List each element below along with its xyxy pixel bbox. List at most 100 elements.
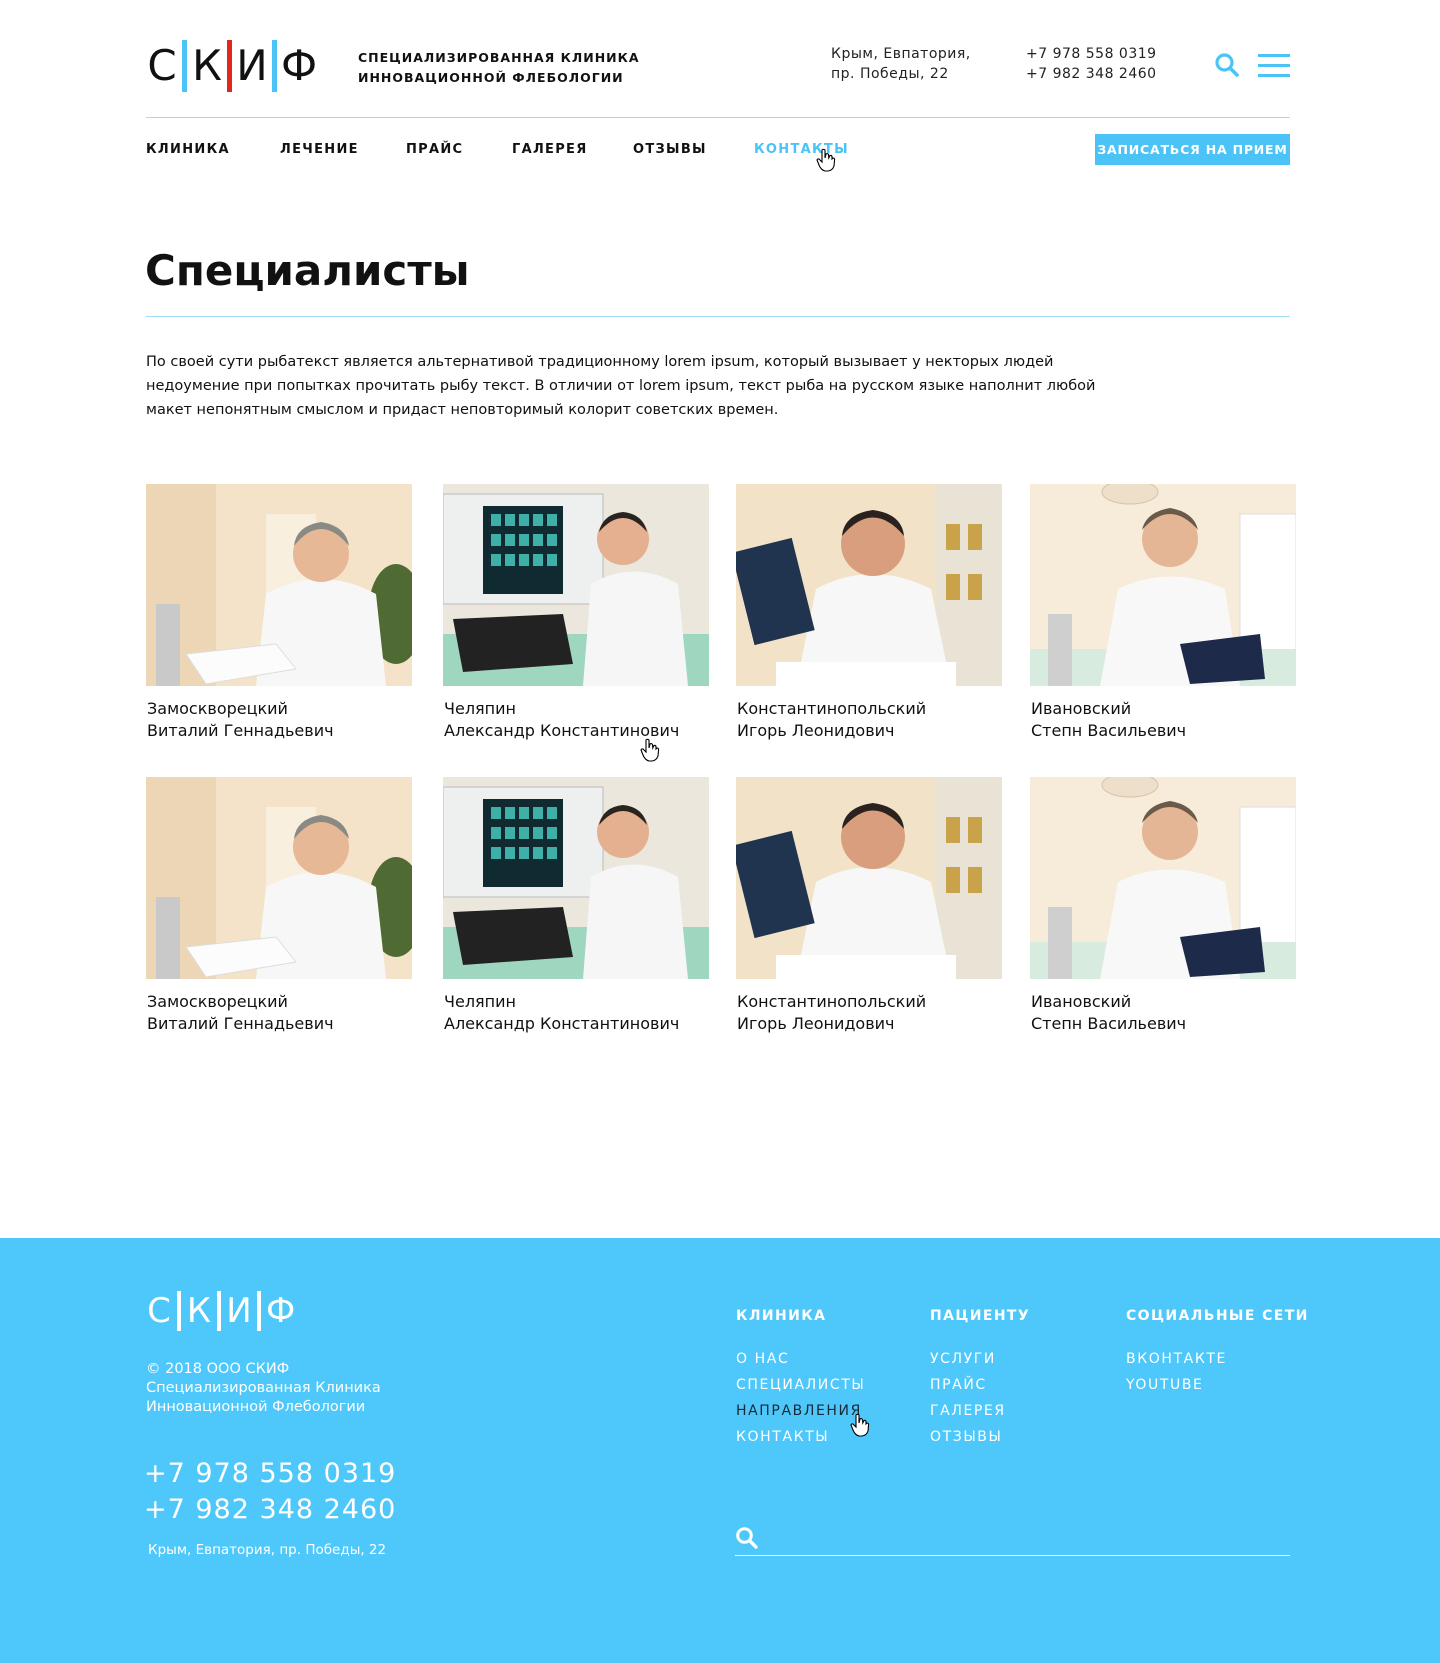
- phone-link[interactable]: +7 982 348 2460: [1026, 64, 1157, 84]
- specialist-given-name: Александр Константинович: [444, 1014, 680, 1033]
- specialist-given-name: Игорь Леонидович: [737, 1014, 895, 1033]
- nav-item-treatment[interactable]: ЛЕЧЕНИЕ: [280, 142, 359, 157]
- specialist-given-name: Виталий Геннадьевич: [147, 721, 334, 740]
- footer-link-services[interactable]: УСЛУГИ: [930, 1346, 1030, 1372]
- search-icon[interactable]: [1214, 52, 1240, 78]
- appointment-button[interactable]: ЗАПИСАТЬСЯ НА ПРИЕМ: [1095, 134, 1290, 165]
- specialist-surname: Челяпин: [444, 699, 516, 718]
- logo[interactable]: С К И Ф: [146, 38, 318, 94]
- company-name-line: Инновационной Флебологии: [146, 1399, 366, 1415]
- specialist-surname: Челяпин: [444, 992, 516, 1011]
- footer-link-specialists[interactable]: СПЕЦИАЛИСТЫ: [736, 1372, 865, 1398]
- footer-logo[interactable]: С К И Ф: [146, 1290, 295, 1332]
- specialist-given-name: Игорь Леонидович: [737, 721, 895, 740]
- specialist-given-name: Степн Васильевич: [1031, 1014, 1187, 1033]
- specialist-name: Челяпин Александр Константинович: [443, 698, 709, 742]
- specialist-photo: [146, 777, 412, 979]
- footer-address: Крым, Евпатория, пр. Победы, 22: [148, 1542, 387, 1558]
- logo-divider: [257, 1291, 261, 1331]
- header-divider: [146, 117, 1290, 118]
- specialist-photo: [1030, 777, 1296, 979]
- logo-subtitle: СПЕЦИАЛИЗИРОВАННАЯ КЛИНИКА ИННОВАЦИОННОЙ…: [358, 48, 640, 88]
- footer-link-reviews[interactable]: ОТЗЫВЫ: [930, 1424, 1030, 1450]
- logo-letter: И: [236, 41, 268, 90]
- footer-link-contacts[interactable]: КОНТАКТЫ: [736, 1424, 865, 1450]
- logo-divider: [182, 40, 187, 92]
- specialist-card[interactable]: Ивановский Степн Васильевич: [1030, 777, 1296, 1035]
- page-title: Специалисты: [145, 246, 470, 295]
- footer-column-patient: ПАЦИЕНТУ УСЛУГИ ПРАЙС ГАЛЕРЕЯ ОТЗЫВЫ: [930, 1308, 1030, 1450]
- nav-item-contacts[interactable]: КОНТАКТЫ: [754, 142, 849, 157]
- specialist-card[interactable]: Ивановский Степн Васильевич: [1030, 484, 1296, 742]
- intro-text: По своей сути рыбатекст является альтерн…: [146, 354, 1096, 418]
- specialist-surname: Константинопольский: [737, 699, 927, 718]
- specialist-name: Ивановский Степн Васильевич: [1030, 698, 1296, 742]
- site-footer: С К И Ф © 2018 ООО СКИФ Специализированн…: [0, 1238, 1440, 1663]
- footer-search: [735, 1520, 1290, 1556]
- logo-divider: [177, 1291, 181, 1331]
- footer-link-directions[interactable]: НАПРАВЛЕНИЯ: [736, 1398, 865, 1424]
- nav-item-reviews[interactable]: ОТЗЫВЫ: [633, 142, 707, 157]
- nav-item-gallery[interactable]: ГАЛЕРЕЯ: [512, 142, 588, 157]
- footer-link-about[interactable]: О НАС: [736, 1346, 865, 1372]
- footer-column-title: КЛИНИКА: [736, 1308, 827, 1324]
- specialist-name: Ивановский Степн Васильевич: [1030, 991, 1296, 1035]
- specialist-surname: Замоскворецкий: [147, 699, 288, 718]
- specialist-surname: Ивановский: [1031, 699, 1132, 718]
- specialist-given-name: Виталий Геннадьевич: [147, 1014, 334, 1033]
- specialist-card[interactable]: Замоскворецкий Виталий Геннадьевич: [146, 777, 412, 1035]
- specialist-card[interactable]: Челяпин Александр Константинович: [443, 777, 709, 1035]
- specialist-surname: Ивановский: [1031, 992, 1132, 1011]
- search-icon[interactable]: [735, 1526, 759, 1550]
- specialist-photo: [146, 484, 412, 686]
- specialist-given-name: Александр Константинович: [444, 721, 680, 740]
- logo-letter: С: [147, 41, 177, 90]
- logo-divider: [227, 40, 232, 92]
- specialist-name: Челяпин Александр Константинович: [443, 991, 709, 1035]
- logo-subtitle-line: ИННОВАЦИОННОЙ ФЛЕБОЛОГИИ: [358, 70, 624, 85]
- hamburger-menu-icon[interactable]: [1258, 54, 1290, 77]
- nav-item-price[interactable]: ПРАЙС: [406, 142, 463, 157]
- footer-column-clinic: КЛИНИКА О НАС СПЕЦИАЛИСТЫ НАПРАВЛЕНИЯ КО…: [736, 1308, 865, 1450]
- footer-phone[interactable]: +7 978 558 0319: [144, 1458, 396, 1489]
- logo-letter: К: [186, 1291, 212, 1331]
- header-address: Крым, Евпатория, пр. Победы, 22: [831, 44, 971, 84]
- specialist-name: Замоскворецкий Виталий Геннадьевич: [146, 698, 412, 742]
- footer-copyright: © 2018 ООО СКИФ Специализированная Клини…: [146, 1360, 381, 1417]
- specialist-name: Замоскворецкий Виталий Геннадьевич: [146, 991, 412, 1035]
- nav-item-clinic[interactable]: КЛИНИКА: [146, 142, 230, 157]
- footer-link-price[interactable]: ПРАЙС: [930, 1372, 1030, 1398]
- logo-divider: [272, 40, 277, 92]
- footer-phone[interactable]: +7 982 348 2460: [144, 1494, 396, 1525]
- specialist-photo: [443, 484, 709, 686]
- specialist-photo: [736, 777, 1002, 979]
- footer-search-input[interactable]: [771, 1524, 1281, 1552]
- phone-link[interactable]: +7 978 558 0319: [1026, 44, 1157, 64]
- logo-letter: С: [147, 1291, 171, 1331]
- site-header: С К И Ф СПЕЦИАЛИЗИРОВАННАЯ КЛИНИКА ИННОВ…: [146, 38, 1290, 94]
- specialist-card[interactable]: Замоскворецкий Виталий Геннадьевич: [146, 484, 412, 742]
- main-nav: КЛИНИКА ЛЕЧЕНИЕ ПРАЙС ГАЛЕРЕЯ ОТЗЫВЫ КОН…: [146, 134, 1290, 166]
- logo-letter: К: [192, 41, 222, 90]
- logo-letter: Ф: [281, 41, 318, 90]
- company-name-line: Специализированная Клиника: [146, 1380, 381, 1396]
- logo-letter: И: [226, 1291, 252, 1331]
- logo-divider: [217, 1291, 221, 1331]
- specialist-name: Константинопольский Игорь Леонидович: [736, 698, 1002, 742]
- footer-link-vkontakte[interactable]: ВКОНТАКТЕ: [1126, 1346, 1309, 1372]
- specialist-surname: Константинопольский: [737, 992, 927, 1011]
- footer-link-gallery[interactable]: ГАЛЕРЕЯ: [930, 1398, 1030, 1424]
- footer-link-youtube[interactable]: YOUTUBE: [1126, 1372, 1309, 1398]
- specialist-photo: [1030, 484, 1296, 686]
- header-phones: +7 978 558 0319 +7 982 348 2460: [1026, 44, 1157, 84]
- specialist-card[interactable]: Челяпин Александр Константинович: [443, 484, 709, 742]
- specialist-photo: [443, 777, 709, 979]
- logo-subtitle-line: СПЕЦИАЛИЗИРОВАННАЯ КЛИНИКА: [358, 50, 640, 65]
- specialist-given-name: Степн Васильевич: [1031, 721, 1187, 740]
- address-line: Крым, Евпатория,: [831, 46, 971, 62]
- specialist-name: Константинопольский Игорь Леонидович: [736, 991, 1002, 1035]
- copyright-text: © 2018 ООО СКИФ: [146, 1361, 290, 1377]
- specialist-card[interactable]: Константинопольский Игорь Леонидович: [736, 777, 1002, 1035]
- specialist-card[interactable]: Константинопольский Игорь Леонидович: [736, 484, 1002, 742]
- specialist-surname: Замоскворецкий: [147, 992, 288, 1011]
